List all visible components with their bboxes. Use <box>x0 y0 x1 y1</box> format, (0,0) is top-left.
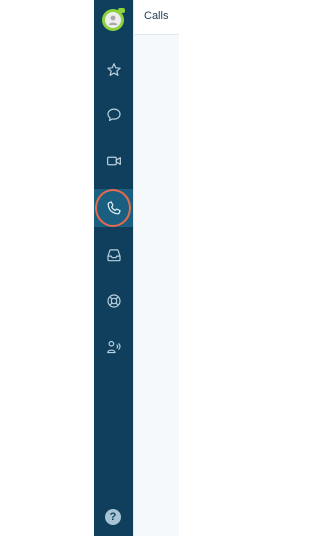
sidebar-item-video[interactable] <box>94 143 133 179</box>
highlight-ring <box>95 189 131 227</box>
right-empty-space <box>179 0 274 536</box>
sidebar-item-support[interactable] <box>94 283 133 319</box>
user-avatar[interactable] <box>102 8 125 31</box>
person-signal-icon <box>106 340 121 354</box>
video-camera-icon <box>106 156 121 166</box>
avatar-icon <box>105 12 121 28</box>
lifebuoy-icon <box>106 294 121 308</box>
sidebar-item-chat[interactable] <box>94 97 133 133</box>
help-icon[interactable]: ? <box>105 509 121 525</box>
outer-left-background <box>0 0 94 536</box>
sidebar-item-presence[interactable] <box>94 329 133 365</box>
page-title: Calls <box>144 10 169 22</box>
star-icon <box>106 63 121 76</box>
sidebar-item-favorites[interactable] <box>94 52 133 88</box>
main-content: Calls <box>133 0 179 536</box>
user-silhouette-icon <box>108 15 118 25</box>
sidebar-item-inbox[interactable] <box>94 237 133 273</box>
help-label: ? <box>109 511 117 523</box>
status-badge <box>118 8 125 13</box>
inbox-tray-icon <box>106 249 121 262</box>
chat-bubble-icon <box>106 108 121 122</box>
content-header: Calls <box>134 0 179 35</box>
